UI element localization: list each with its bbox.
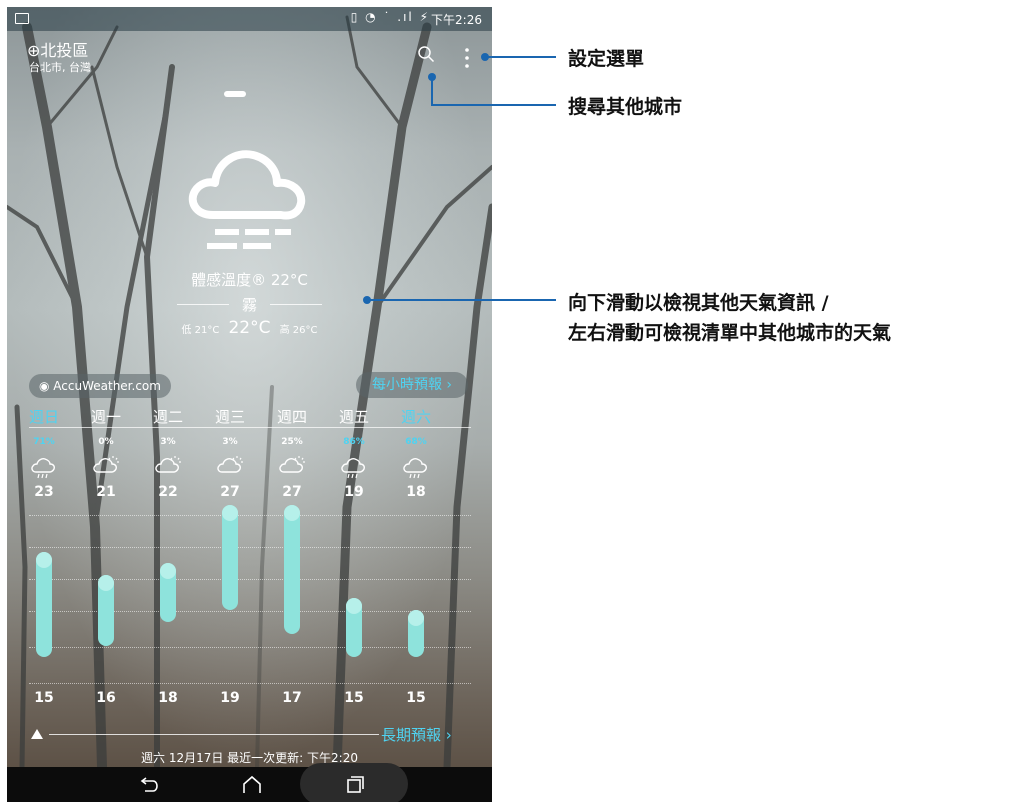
callout-lines: [363, 53, 556, 304]
callout-settings-menu: 設定選單: [568, 48, 645, 70]
callout-swipe-line2: 左右滑動可檢視清單中其他城市的天氣: [568, 322, 892, 344]
callout-swipe-line1: 向下滑動以檢視其他天氣資訊 /: [568, 292, 829, 314]
callout-search-city: 搜尋其他城市: [568, 96, 683, 118]
